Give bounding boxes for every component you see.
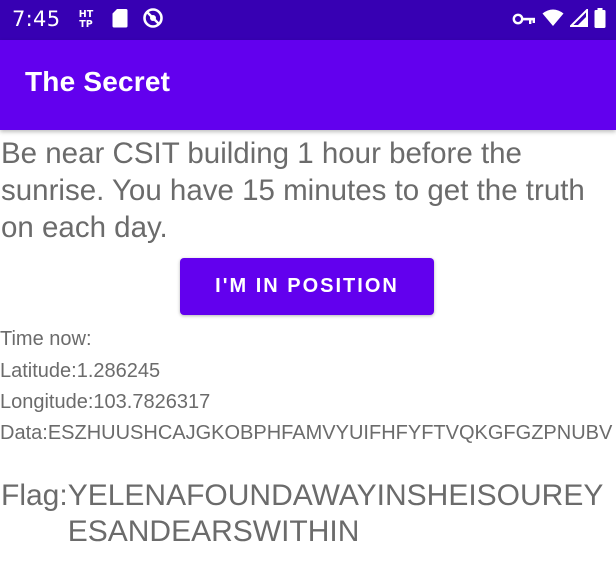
flag-value: YELENAFOUNDAWAYINSHEISOUREYESANDEARSWITH… xyxy=(67,479,604,548)
app-title: The Secret xyxy=(25,66,171,97)
svg-text:TP: TP xyxy=(79,19,92,28)
latitude-row: Latitude:1.286245 xyxy=(0,360,160,383)
longitude-label: Longitude: xyxy=(0,391,94,413)
latitude-value: 1.286245 xyxy=(76,360,161,382)
status-bar: 7:45 HT TP xyxy=(0,0,616,40)
status-icons-left: HT TP xyxy=(74,8,164,32)
signal-icon xyxy=(568,7,588,31)
im-in-position-button[interactable]: I'M IN POSITION xyxy=(180,258,434,315)
sd-card-icon xyxy=(112,8,128,32)
wifi-icon xyxy=(542,9,564,31)
status-icons-right xyxy=(512,7,606,32)
no-location-icon xyxy=(142,7,164,33)
data-label: Data: xyxy=(0,422,48,444)
data-row: Data: ESZHUUSHCAJGKOBPHFAMVYUIFHFYFTVQKG… xyxy=(0,420,614,446)
instructions-text: Be near CSIT building 1 hour before the … xyxy=(1,137,585,244)
flag-label: Flag: xyxy=(1,479,68,512)
longitude-value: 103.7826317 xyxy=(93,391,211,413)
data-value: ESZHUUSHCAJGKOBPHFAMVYUIFHFYFTVQKGFGZPNU… xyxy=(47,422,613,444)
battery-icon xyxy=(594,8,606,32)
status-time: 7:45 xyxy=(12,7,61,31)
latitude-label: Latitude: xyxy=(0,360,77,382)
time-now-label: Time now: xyxy=(0,328,92,350)
flag-row: Flag: YELENAFOUNDAWAYINSHEISOUREYESANDEA… xyxy=(1,478,613,550)
time-now-row: Time now: xyxy=(0,328,92,351)
vpn-key-icon xyxy=(512,11,536,30)
longitude-row: Longitude:103.7826317 xyxy=(0,391,210,414)
app-bar: The Secret xyxy=(0,40,616,130)
http-icon: HT TP xyxy=(74,8,98,32)
